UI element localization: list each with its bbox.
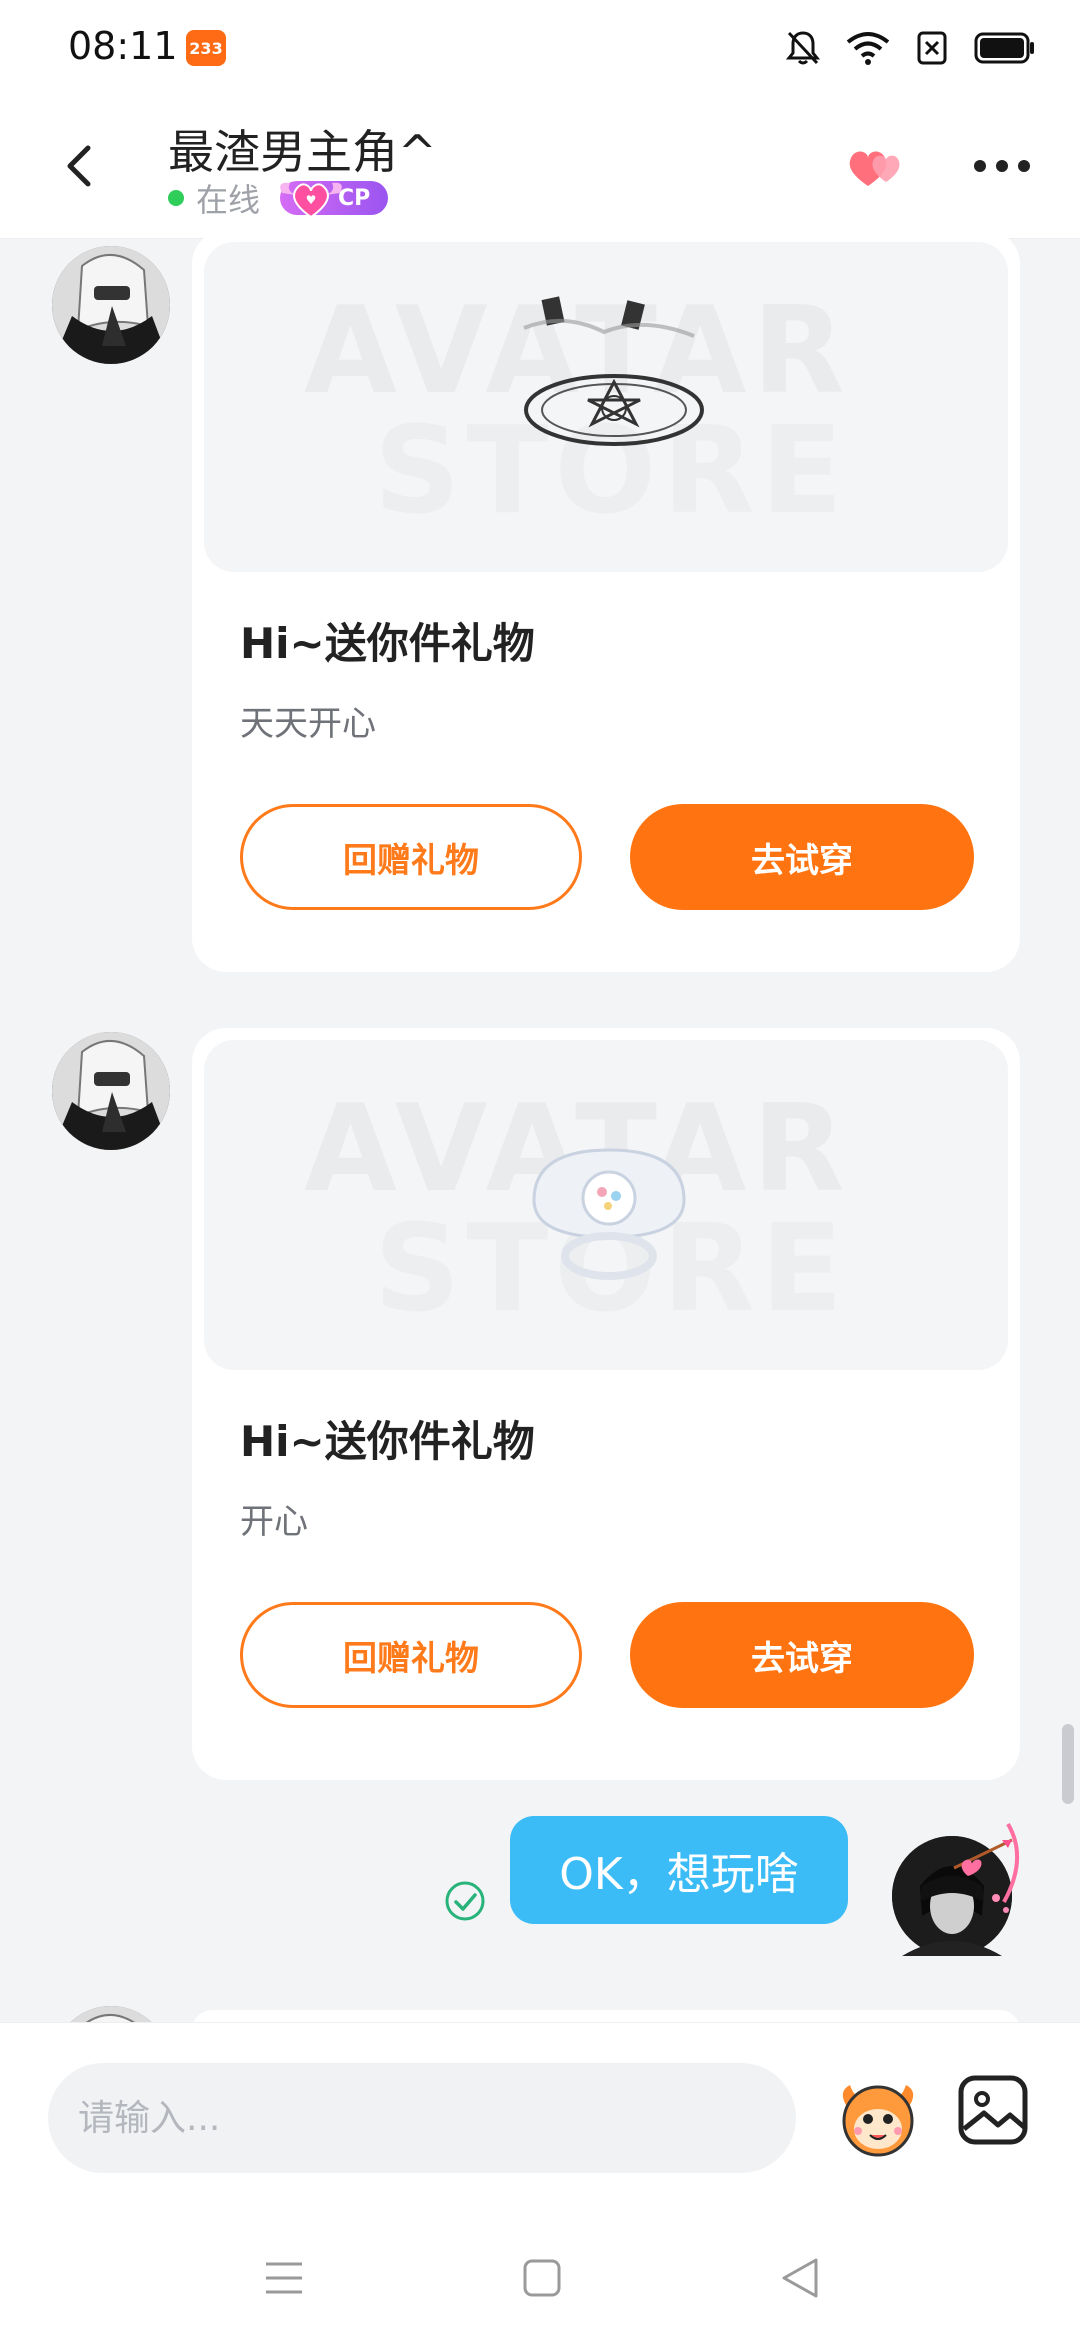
online-status-text: 在线 xyxy=(196,181,261,219)
gift-title: Hi~送你件礼物 xyxy=(240,619,535,668)
online-dot-icon xyxy=(168,190,184,206)
scrollbar[interactable] xyxy=(1062,1724,1074,1804)
home-icon[interactable] xyxy=(520,2256,564,2300)
app-notification-badge: 233 xyxy=(186,30,226,66)
online-status-row: 在线 ♥ CP xyxy=(168,178,389,219)
image-icon[interactable] xyxy=(956,2073,1030,2147)
gift-image[interactable]: AVATAR STORE xyxy=(204,1040,1008,1370)
system-nav-bar xyxy=(0,2222,1080,2340)
back-icon[interactable] xyxy=(52,136,112,196)
hearts-icon[interactable] xyxy=(842,142,912,192)
menu-icon[interactable] xyxy=(262,2256,306,2300)
return-gift-button[interactable]: 回赠礼物 xyxy=(240,1602,582,1708)
message-input[interactable] xyxy=(48,2063,796,2173)
chat-header: 最渣男主角^ 在线 ♥ CP xyxy=(0,96,1080,239)
nav-back-icon[interactable] xyxy=(778,2254,822,2302)
partner-avatar[interactable] xyxy=(52,246,170,364)
return-gift-button[interactable]: 回赠礼物 xyxy=(240,804,582,910)
input-bar xyxy=(0,2022,1080,2223)
battery-icon xyxy=(974,32,1034,64)
status-time: 08:11 xyxy=(68,24,178,68)
status-bar: 08:11 233 xyxy=(0,0,1080,96)
cp-badge[interactable]: ♥ CP xyxy=(280,181,389,219)
more-options-icon[interactable] xyxy=(974,156,1034,176)
cupid-arrow-icon xyxy=(953,1822,1019,1913)
status-icons xyxy=(786,24,1036,72)
gift-card: AVATAR STORE Hi~送你件礼物 天天开心 回赠礼物 去试穿 xyxy=(192,238,1020,972)
gift-title: Hi~送你件礼物 xyxy=(240,1417,535,1466)
winged-heart-icon: ♥ xyxy=(280,182,342,219)
magic-circle-gift-icon xyxy=(523,296,704,446)
gift-message: 天天开心 xyxy=(240,704,376,744)
gift-card: AVATAR STORE Hi~送你件礼物 开心 回赠礼物 去试穿 xyxy=(192,1028,1020,1780)
emoji-mascot-icon[interactable] xyxy=(832,2071,924,2163)
bell-off-icon xyxy=(786,31,820,65)
try-on-button[interactable]: 去试穿 xyxy=(630,1602,974,1708)
sim-off-icon xyxy=(917,31,947,65)
gift-card-partial xyxy=(192,2010,1020,2022)
pacifier-gift-icon xyxy=(532,1148,686,1280)
check-circle-icon xyxy=(445,1881,485,1921)
message-list[interactable]: AVATAR STORE Hi~送你件礼物 天天开心 回赠礼物 去试穿 AVAT… xyxy=(0,238,1080,2022)
partner-avatar[interactable] xyxy=(52,2006,170,2022)
gift-message: 开心 xyxy=(240,1502,308,1542)
sent-message-bubble[interactable]: OK，想玩啥 xyxy=(510,1816,848,1924)
gift-image[interactable]: AVATAR STORE xyxy=(204,242,1008,572)
try-on-button[interactable]: 去试穿 xyxy=(630,804,974,910)
wifi-icon xyxy=(846,32,890,65)
chat-screen: 08:11 233 最渣男主角^ 在线 ♥ CP AVATAR STORE Hi… xyxy=(0,0,1080,2340)
partner-avatar[interactable] xyxy=(52,1032,170,1150)
svg-text:♥: ♥ xyxy=(306,193,317,207)
